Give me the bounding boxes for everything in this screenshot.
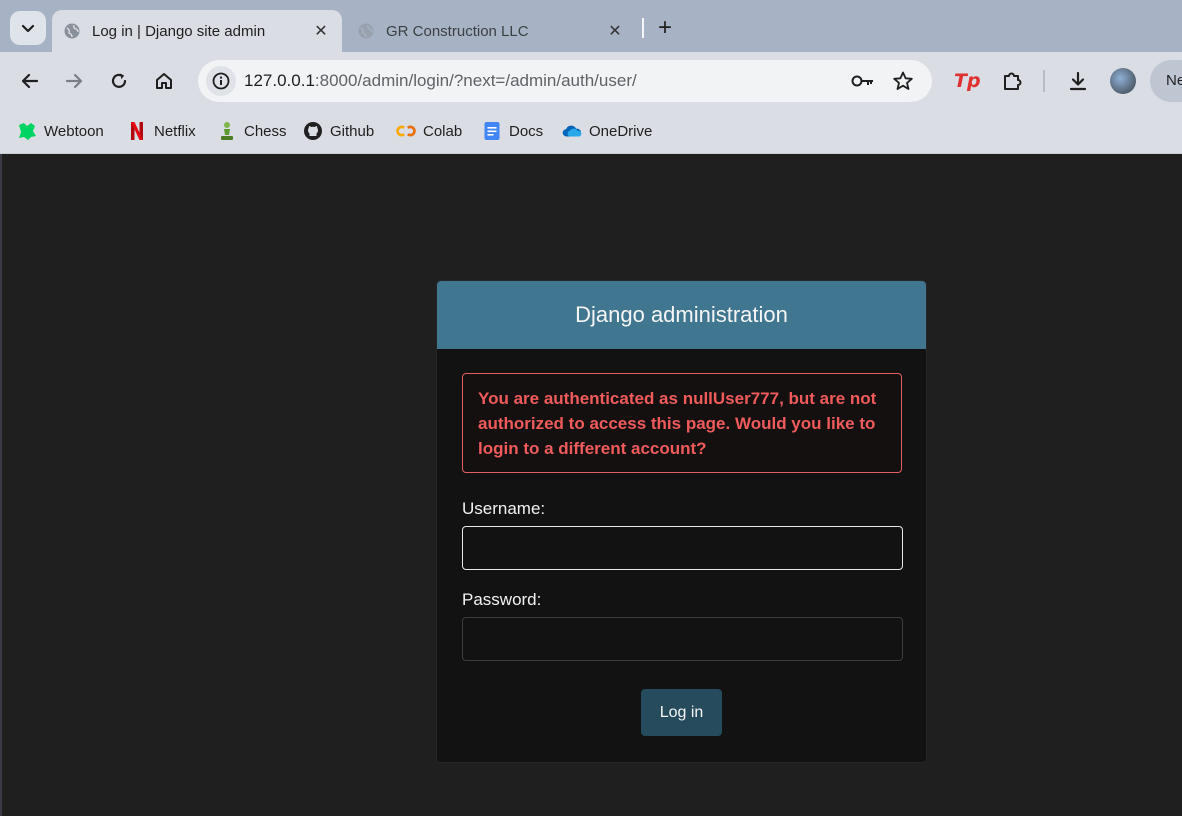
tab-strip: Log in | Django site admin ✕ GR Construc…: [0, 0, 1182, 52]
tab-close-button[interactable]: ✕: [310, 20, 332, 42]
chess-icon: [217, 121, 237, 141]
globe-icon: [356, 21, 376, 41]
tab-divider: [642, 18, 644, 38]
download-icon: [1069, 71, 1087, 91]
bookmark-label: Chess: [244, 122, 287, 140]
site-info-button[interactable]: [206, 66, 236, 96]
toolbar-divider: [1043, 70, 1045, 92]
bookmark-label: Webtoon: [44, 122, 104, 140]
bookmark-webtoon[interactable]: Webtoon: [17, 118, 104, 144]
password-key-button[interactable]: [850, 69, 876, 93]
chevron-down-icon: [21, 24, 35, 33]
bookmark-netflix[interactable]: Netflix: [127, 118, 196, 144]
bookmarks-bar: Webtoon Netflix Chess Github Colab Docs …: [0, 110, 1182, 154]
bookmark-chess[interactable]: Chess: [217, 118, 287, 144]
arrow-right-icon: [65, 73, 83, 89]
colab-icon: [396, 121, 416, 141]
url-path: :8000/admin/login/?next=/admin/auth/user…: [314, 71, 637, 90]
new-tab-button[interactable]: +: [652, 14, 678, 41]
bookmark-label: Colab: [423, 122, 463, 140]
profile-avatar[interactable]: [1110, 68, 1136, 94]
webtoon-icon: [17, 121, 37, 141]
tab-title: GR Construction LLC: [386, 22, 529, 40]
puzzle-icon: [1004, 72, 1022, 90]
star-icon: [893, 71, 913, 90]
tab-django-admin[interactable]: Log in | Django site admin ✕: [52, 10, 342, 52]
netflix-icon: [127, 121, 147, 141]
extensions-button[interactable]: [995, 64, 1029, 98]
home-icon: [156, 73, 172, 89]
arrow-left-icon: [21, 73, 39, 89]
bookmark-github[interactable]: Github: [303, 118, 374, 144]
tab-title: Log in | Django site admin: [92, 22, 266, 40]
url-host: 127.0.0.1: [244, 71, 315, 90]
address-bar[interactable]: 127.0.0.1:8000/admin/login/?next=/admin/…: [198, 60, 932, 102]
github-icon: [303, 121, 323, 141]
bookmark-onedrive[interactable]: OneDrive: [562, 118, 652, 144]
bookmark-colab[interactable]: Colab: [396, 118, 462, 144]
tab-close-button[interactable]: ✕: [604, 20, 626, 42]
username-input[interactable]: [462, 526, 903, 570]
tab-gr-construction[interactable]: GR Construction LLC ✕: [346, 10, 636, 52]
info-icon: [212, 72, 230, 90]
username-label: Username:: [462, 499, 546, 518]
login-button[interactable]: Log in: [641, 689, 722, 736]
key-icon: [851, 75, 873, 87]
tp-extension-icon[interactable]: Tp: [954, 70, 981, 92]
home-button[interactable]: [147, 64, 181, 98]
bookmark-label: OneDrive: [589, 122, 653, 140]
bookmark-label: Docs: [509, 122, 544, 140]
onedrive-icon: [562, 121, 582, 141]
url-text[interactable]: 127.0.0.1:8000/admin/login/?next=/admin/…: [244, 71, 637, 91]
bookmark-docs[interactable]: Docs: [482, 118, 543, 144]
forward-button[interactable]: [57, 64, 91, 98]
bookmark-label: Netflix: [154, 122, 196, 140]
error-note: You are authenticated as nullUser777, bu…: [462, 373, 902, 473]
password-label: Password:: [462, 590, 542, 609]
back-button[interactable]: [13, 64, 47, 98]
docs-icon: [482, 121, 502, 141]
bookmark-star-button[interactable]: [890, 69, 916, 93]
bookmark-label: Github: [330, 122, 375, 140]
reload-button[interactable]: [102, 64, 136, 98]
login-panel: Django administration You are authentica…: [436, 280, 927, 763]
password-input[interactable]: [462, 617, 903, 661]
site-header: Django administration: [437, 281, 926, 349]
page-viewport: Django administration You are authentica…: [0, 154, 1182, 816]
tab-search-button[interactable]: [10, 11, 46, 45]
reload-icon: [111, 73, 127, 88]
globe-icon: [62, 21, 82, 41]
downloads-button[interactable]: [1061, 64, 1095, 98]
